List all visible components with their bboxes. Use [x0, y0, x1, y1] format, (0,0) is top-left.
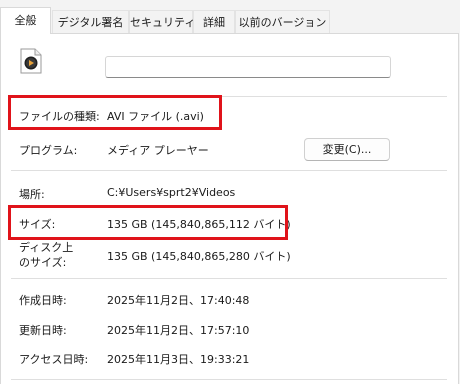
disk-size-label-line2: のサイズ:: [19, 256, 67, 269]
tab-general[interactable]: 全般: [0, 7, 51, 34]
separator: [11, 96, 447, 97]
program-value: メディア プレーヤー: [107, 144, 209, 157]
modified-value: 2025年11月2日、17:57:10: [107, 324, 250, 337]
disk-size-value: 135 GB (145,840,865,280 バイト): [107, 250, 291, 263]
separator: [11, 379, 447, 380]
location-label: 場所:: [19, 188, 45, 201]
disk-size-label: ディスク上 のサイズ:: [19, 240, 73, 270]
tab-details[interactable]: 詳細: [193, 10, 235, 33]
created-label: 作成日時:: [19, 294, 67, 307]
file-type-label: ファイルの種類:: [19, 110, 100, 123]
tab-security[interactable]: セキュリティ: [129, 10, 195, 33]
created-value: 2025年11月2日、17:40:48: [107, 294, 250, 307]
file-type-value: AVI ファイル (.avi): [107, 110, 204, 123]
tab-bar: 全般 デジタル署名 セキュリティ 詳細 以前のバージョン: [0, 0, 460, 34]
size-value: 135 GB (145,840,865,112 バイト): [107, 218, 291, 231]
general-panel: ファイルの種類: AVI ファイル (.avi) プログラム: メディア プレー…: [0, 33, 459, 384]
video-file-icon: [20, 48, 42, 74]
size-label: サイズ:: [19, 218, 56, 231]
separator: [11, 278, 447, 279]
file-name-field[interactable]: [105, 56, 391, 78]
location-value: C:¥Users¥sprt2¥Videos: [107, 186, 236, 199]
accessed-value: 2025年11月3日、19:33:21: [107, 353, 250, 366]
change-button[interactable]: 変更(C)...: [304, 138, 390, 161]
accessed-label: アクセス日時:: [19, 353, 89, 366]
separator: [11, 170, 447, 171]
tab-previous-versions[interactable]: 以前のバージョン: [235, 10, 330, 33]
disk-size-label-line1: ディスク上: [19, 241, 74, 254]
program-label: プログラム:: [19, 144, 78, 157]
tab-digital-signature[interactable]: デジタル署名: [52, 10, 129, 33]
modified-label: 更新日時:: [19, 324, 67, 337]
